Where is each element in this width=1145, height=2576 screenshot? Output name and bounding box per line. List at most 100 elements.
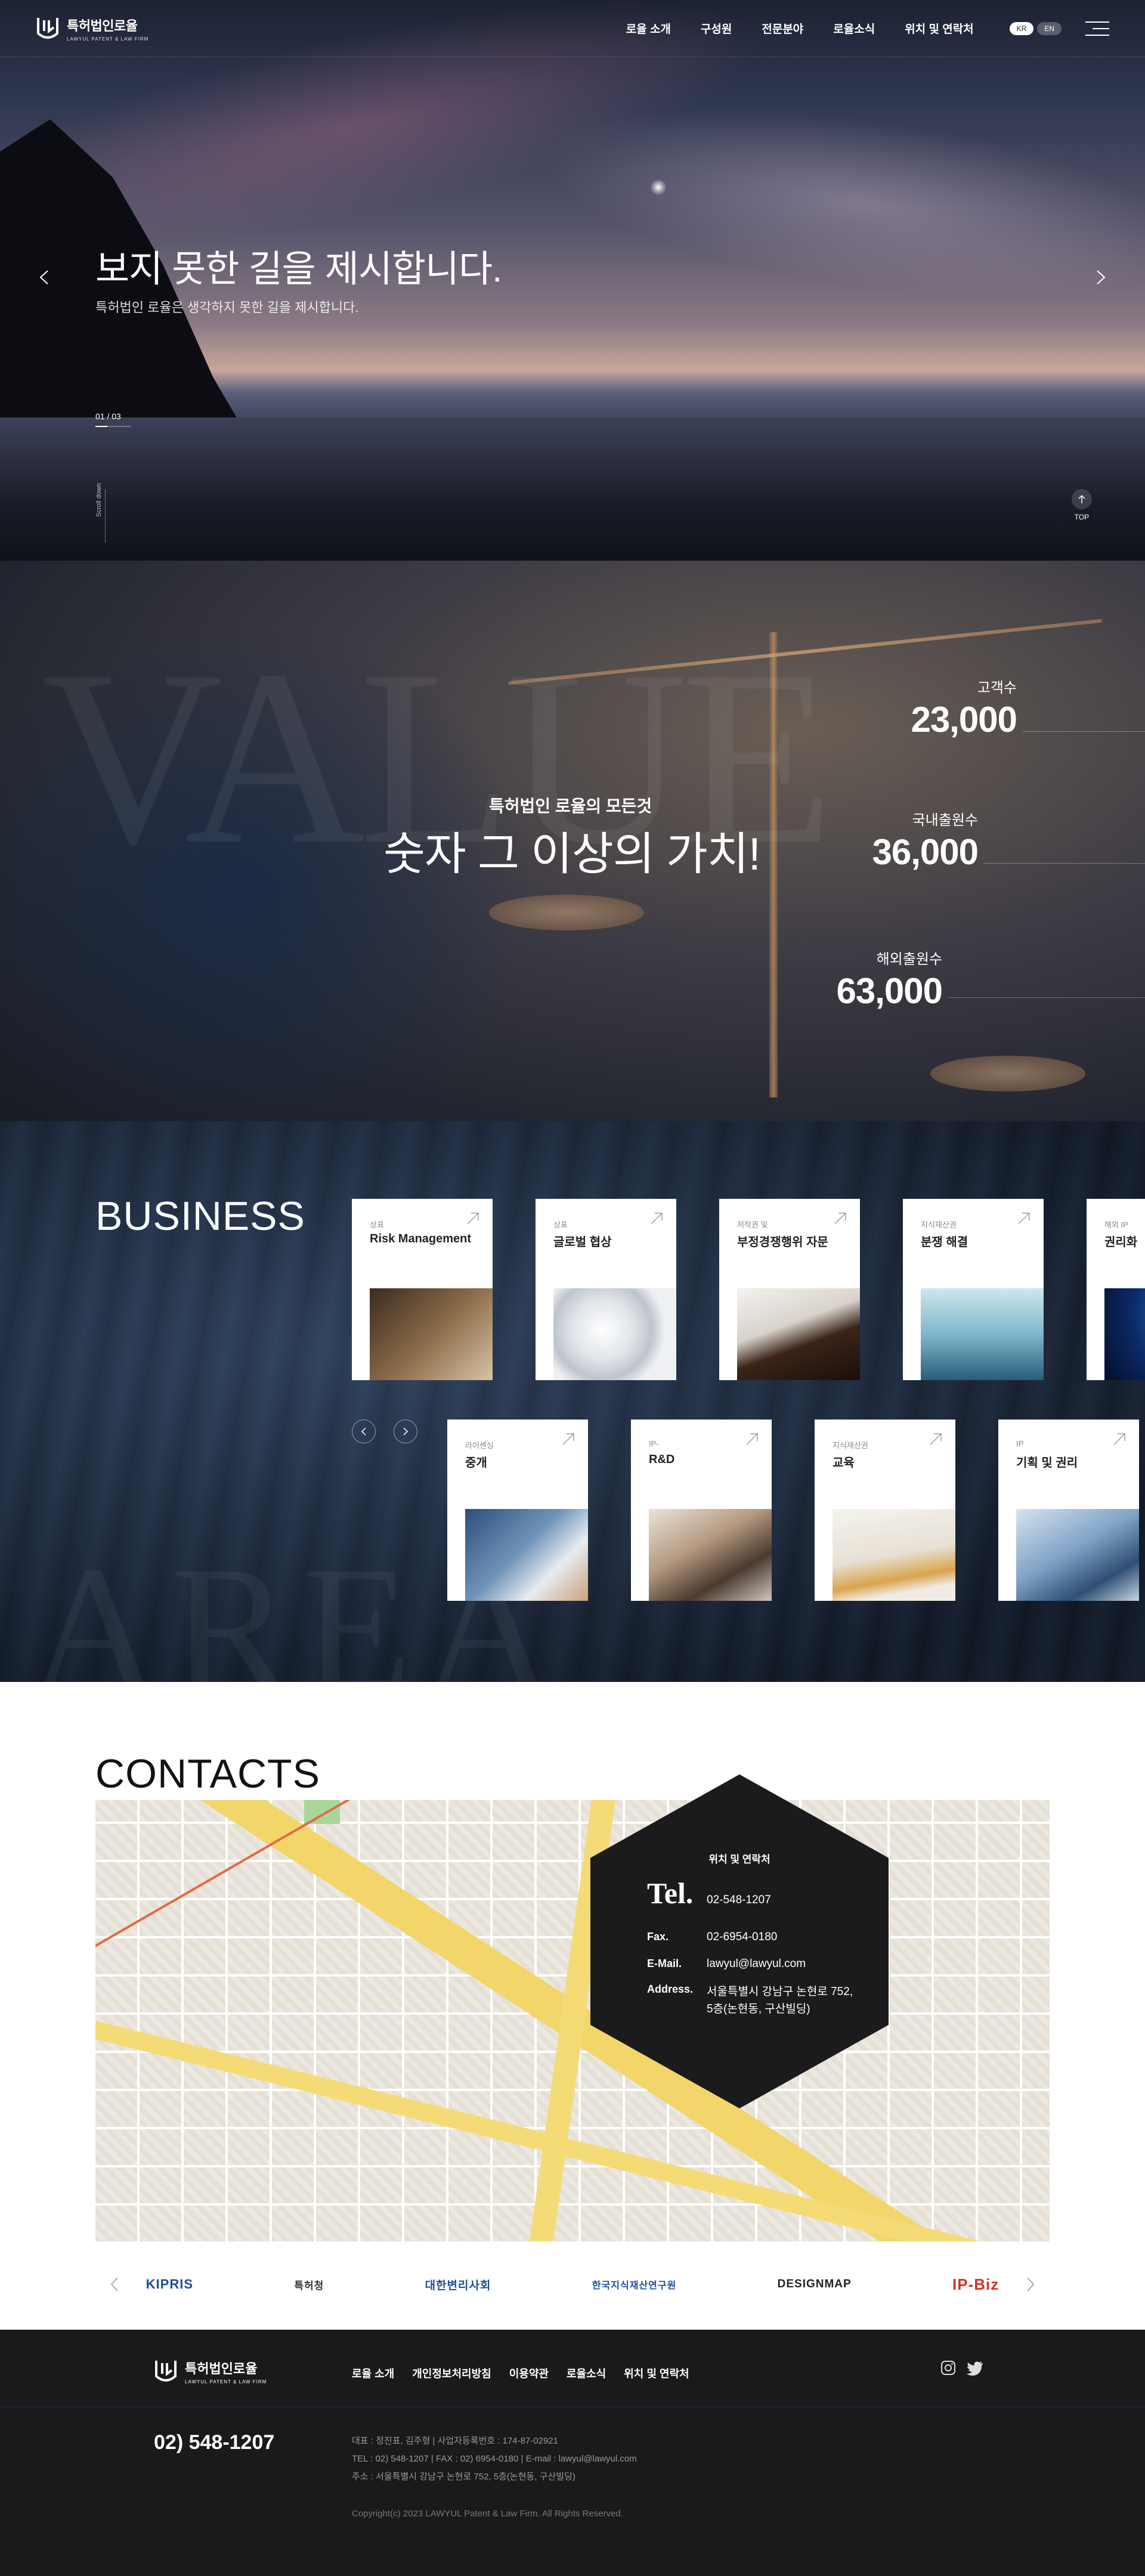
- business-card[interactable]: 저작권 및 부정경쟁행위 자문: [719, 1199, 860, 1380]
- hero-section: 보지 못한 길을 제시합니다. 특허법인 로율은 생각하지 못한 길을 제시합니…: [0, 0, 1145, 561]
- business-card[interactable]: 라이센싱 중개: [447, 1420, 588, 1601]
- site-header: 특허법인로율 LAWYUL PATENT & LAW FIRM 로율 소개 구성…: [0, 0, 1145, 57]
- footer-copyright: Copyright(c) 2023 LAWYUL Patent & Law Fi…: [352, 2509, 623, 2519]
- card-category: IP-: [649, 1439, 659, 1448]
- language-switch: KR EN: [1009, 21, 1062, 35]
- card-category: 해외 IP: [1104, 1220, 1128, 1229]
- business-card[interactable]: IP 기획 및 권리: [998, 1420, 1139, 1601]
- partner-logo-kiip[interactable]: 한국지식재산연구원: [592, 2277, 676, 2292]
- arrow-up-right-icon: [562, 1433, 574, 1445]
- arrow-up-icon: [1072, 489, 1092, 509]
- partners-next-icon[interactable]: [1023, 2275, 1038, 2293]
- stat-label: 국내출원수: [912, 812, 978, 828]
- partner-logo-designmap[interactable]: DESIGNMAP: [778, 2278, 852, 2291]
- business-prev-button[interactable]: [352, 1420, 376, 1443]
- lang-en-button[interactable]: EN: [1037, 21, 1062, 35]
- earth-image: [1104, 1288, 1145, 1380]
- stat-label: 고객수: [977, 680, 1017, 696]
- contact-address: Address. 서울특별시 강남구 논현로 752, 5층(논현동, 구산빌딩…: [647, 1983, 853, 2018]
- arrow-up-right-icon: [1018, 1213, 1030, 1224]
- site-logo[interactable]: 특허법인로율 LAWYUL PATENT & LAW FIRM: [36, 16, 148, 42]
- business-card[interactable]: 상표 Risk Management: [352, 1199, 493, 1380]
- business-card[interactable]: IP- R&D: [631, 1420, 772, 1601]
- address-label: Address.: [647, 1983, 694, 1995]
- social-links: [940, 2359, 984, 2376]
- arrow-up-right-icon: [930, 1433, 942, 1445]
- footer-phone[interactable]: 02) 548-1207: [154, 2431, 274, 2454]
- arrow-up-right-icon: [467, 1213, 479, 1224]
- nav-item-news[interactable]: 로율소식: [833, 20, 875, 36]
- arrow-up-right-icon: [651, 1213, 663, 1224]
- tel-value[interactable]: 02-548-1207: [707, 1891, 771, 1909]
- partner-logos: KIPRIS 특허청 대한변리사회 한국지식재산연구원 DESIGNMAP IP…: [95, 2266, 1050, 2302]
- nav-item-location[interactable]: 위치 및 연락처: [905, 20, 973, 36]
- footer-nav-about[interactable]: 로율 소개: [352, 2365, 394, 2381]
- card-title: 부정경쟁행위 자문: [737, 1236, 828, 1249]
- arrow-up-right-icon: [1113, 1433, 1125, 1445]
- value-kicker: 특허법인 로율의 모든것: [489, 797, 652, 815]
- fax-value: 02-6954-0180: [707, 1931, 778, 1943]
- business-card[interactable]: 해외 IP 권리화: [1087, 1199, 1145, 1380]
- scales-image: [921, 1288, 1044, 1380]
- card-title: 중개: [465, 1456, 487, 1470]
- stat-value: 23,000: [911, 700, 1017, 740]
- handshake-image: [649, 1509, 772, 1601]
- address-line: 5층(논현동, 구산빌딩): [707, 2003, 810, 2016]
- card-category: 지식재산권: [833, 1441, 868, 1450]
- footer-logo[interactable]: 특허법인로율 LAWYUL PATENT & LAW FIRM: [154, 2358, 267, 2385]
- business-card[interactable]: 지식재산권 분쟁 해결: [903, 1199, 1044, 1380]
- value-title: 숫자 그 이상의 가치!: [383, 829, 761, 880]
- top-button[interactable]: TOP: [1070, 489, 1094, 521]
- footer-info-line: 대표 : 정진표, 김주형 | 사업자등록번호 : 174-87-02921: [352, 2436, 558, 2446]
- stat-line: [948, 997, 1145, 998]
- partner-logo-kpaa[interactable]: 대한변리사회: [425, 2277, 491, 2293]
- card-category: 저작권 및: [737, 1220, 768, 1229]
- card-category: IP: [1016, 1439, 1024, 1448]
- books-image: [833, 1509, 955, 1601]
- contact-email: E-Mail. lawyul@lawyul.com: [647, 1955, 806, 1972]
- footer-nav-location[interactable]: 위치 및 연락처: [624, 2365, 689, 2381]
- partner-logo-ipbiz[interactable]: IP-Biz: [952, 2275, 999, 2294]
- footer-info-line: 주소 : 서울특별시 강남구 논현로 752, 5층(논현동, 구산빌딩): [352, 2472, 575, 2482]
- instagram-icon[interactable]: [940, 2359, 957, 2376]
- footer-nav-terms[interactable]: 이용약관: [509, 2365, 549, 2381]
- stat-value: 36,000: [872, 832, 979, 872]
- business-card[interactable]: 지식재산권 교육: [815, 1420, 955, 1601]
- nav-item-about[interactable]: 로율 소개: [626, 20, 671, 36]
- lang-kr-button[interactable]: KR: [1009, 21, 1034, 35]
- card-category: 라이센싱: [465, 1441, 494, 1450]
- partner-logo-kipris[interactable]: KIPRIS: [146, 2277, 193, 2292]
- nav-item-expertise[interactable]: 전문분야: [762, 20, 803, 36]
- twitter-icon[interactable]: [966, 2359, 984, 2376]
- scroll-down-label[interactable]: Scroll down: [95, 483, 103, 517]
- slide-progress: [95, 426, 131, 427]
- hero-moon: [650, 179, 667, 196]
- scales-pan: [489, 895, 644, 930]
- card-title: 분쟁 해결: [921, 1236, 968, 1249]
- partner-logo-kipo[interactable]: 특허청: [294, 2277, 324, 2292]
- business-next-button[interactable]: [394, 1420, 417, 1443]
- card-title: 기획 및 권리: [1016, 1456, 1078, 1470]
- scroll-down-line: [105, 489, 106, 543]
- email-value[interactable]: lawyul@lawyul.com: [707, 1955, 806, 1972]
- footer-logo-subtext: LAWYUL PATENT & LAW FIRM: [185, 2379, 267, 2385]
- footer-nav: 로율 소개 개인정보처리방침 이용약관 로율소식 위치 및 연락처: [352, 2365, 689, 2381]
- keyboard-image: [1016, 1509, 1139, 1601]
- chess-image: [370, 1288, 493, 1380]
- location-map[interactable]: [95, 1800, 1050, 2241]
- footer-nav-news[interactable]: 로율소식: [567, 2365, 606, 2381]
- hero-title: 보지 못한 길을 제시합니다.: [95, 249, 502, 290]
- next-slide-icon[interactable]: [1091, 268, 1109, 286]
- stat-label: 해외출원수: [876, 951, 942, 967]
- hero-subtitle: 특허법인 로율은 생각하지 못한 길을 제시합니다.: [95, 300, 359, 315]
- card-category: 지식재산권: [921, 1220, 957, 1229]
- gavel-image: [737, 1288, 860, 1380]
- business-card[interactable]: 상표 글로벌 협상: [536, 1199, 676, 1380]
- footer-nav-privacy[interactable]: 개인정보처리방침: [412, 2365, 491, 2381]
- stat-line: [1023, 731, 1145, 732]
- stat-line: [984, 863, 1145, 864]
- prev-slide-icon[interactable]: [36, 268, 54, 286]
- hero-sea: [0, 418, 1145, 561]
- nav-item-members[interactable]: 구성원: [701, 20, 732, 36]
- hamburger-menu-icon[interactable]: [1085, 21, 1109, 36]
